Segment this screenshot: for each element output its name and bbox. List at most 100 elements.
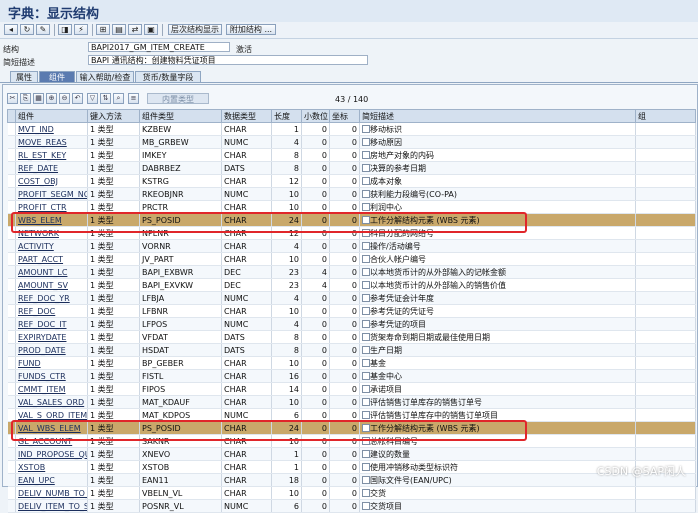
description-checkbox[interactable] [362,450,370,458]
copy-icon[interactable]: ⎘ [20,93,31,104]
tab-currency-quantity[interactable]: 货币/数量字段 [135,71,201,82]
row-selector[interactable] [7,330,16,344]
row-selector[interactable] [7,252,16,266]
description-checkbox[interactable] [362,177,370,185]
description-checkbox[interactable] [362,372,370,380]
append-structure-button[interactable]: 附加结构 ... [226,24,276,35]
row-selector[interactable] [7,265,16,279]
table-row[interactable]: COST_OBJ 1 类型 KSTRG CHAR 12 0 0 成本对象 [7,174,696,188]
cell-component[interactable]: EXPIRYDATE [15,330,88,344]
description-checkbox[interactable] [362,307,370,315]
column-short-description[interactable]: 简短描述 [359,109,636,123]
cell-component[interactable]: FUND [15,356,88,370]
cell-component[interactable]: XSTOB [15,460,88,474]
navigate-icon[interactable]: ⇄ [128,24,142,35]
tools-icon[interactable]: ✎ [36,24,50,35]
tab-attributes[interactable]: 属性 [10,71,38,82]
description-checkbox[interactable] [362,255,370,263]
column-coordinate[interactable]: 坐标 [329,109,360,123]
description-checkbox[interactable] [362,476,370,484]
builtin-type-button[interactable]: 内置类型 [147,93,209,104]
table-row[interactable]: ACTIVITY 1 类型 VORNR CHAR 4 0 0 操作/活动编号 [7,239,696,253]
table-row[interactable]: DELIV_ITEM_TO_S...1 类型POSNR_VLNUMC600交货项… [7,499,696,513]
cell-component[interactable]: DELIV_ITEM_TO_S... [15,499,88,513]
description-checkbox[interactable] [362,138,370,146]
description-checkbox[interactable] [362,346,370,354]
sort-icon[interactable]: ⇅ [100,93,111,104]
description-checkbox[interactable] [362,203,370,211]
description-checkbox[interactable] [362,385,370,393]
filter-icon[interactable]: ▽ [87,93,98,104]
table-row[interactable]: REF_DOC 1 类型 LFBNR CHAR 10 0 0 参考凭证的凭证号 [7,304,696,318]
row-selector[interactable] [7,369,16,383]
select-all-column[interactable] [7,109,16,123]
tab-input-help-check[interactable]: 输入帮助/检查 [76,71,134,82]
cell-component[interactable]: AMOUNT_SV [15,278,88,292]
object-list-icon[interactable]: ▤ [112,24,126,35]
table-row[interactable]: AMOUNT_LC 1 类型 BAPI_EXBWR DEC 23 4 0 以本地货币计的从外部… [7,265,696,279]
row-selector[interactable] [7,187,16,201]
cell-component[interactable]: REF_DOC_IT [15,317,88,331]
cell-component[interactable]: PROFIT_SEGM_NO [15,187,88,201]
table-row[interactable]: REF_DATE 1 类型 DABRBEZ DATS 8 0 0 决算的参考日期 [7,161,696,175]
cell-component[interactable]: MVT_IND [15,122,88,136]
table-row[interactable]: PART_ACCT 1 类型 JV_PART CHAR 10 0 0 合伙人帐户编号 [7,252,696,266]
details-icon[interactable]: ≡ [128,93,139,104]
table-row[interactable]: REF_DOC_YR 1 类型 LFBJA NUMC 4 0 0 参考凭证会计年度 [7,291,696,305]
row-selector[interactable] [7,356,16,370]
back-icon[interactable]: ◂ [4,24,18,35]
cut-icon[interactable]: ✂ [7,93,18,104]
row-selector[interactable] [7,473,16,487]
table-row[interactable]: CMMT_ITEM 1 类型 FIPOS CHAR 14 0 0 承诺项目 [7,382,696,396]
delete-row-icon[interactable]: ⊖ [59,93,70,104]
column-component[interactable]: 组件 [15,109,88,123]
row-selector[interactable] [7,122,16,136]
description-checkbox[interactable] [362,268,370,276]
row-selector[interactable] [7,291,16,305]
row-selector[interactable] [7,499,16,513]
row-selector[interactable] [7,174,16,188]
cell-component[interactable]: DELIV_NUMB_TO_S... [15,486,88,500]
table-row[interactable]: DELIV_NUMB_TO_S...1 类型VBELN_VLCHAR1000交货 [7,486,696,500]
table-row[interactable]: EXPIRYDATE 1 类型 VFDAT DATS 8 0 0 货架寿命到期日期或最佳使用日… [7,330,696,344]
description-checkbox[interactable] [362,320,370,328]
description-checkbox[interactable] [362,242,370,250]
row-selector[interactable] [7,486,16,500]
cell-component[interactable]: REF_DATE [15,161,88,175]
row-selector[interactable] [7,343,16,357]
print-icon[interactable]: ▣ [144,24,158,35]
table-row[interactable]: EAN_UPC 1 类型 EAN11 CHAR 18 0 0 国际文件号(EAN/UPC) [7,473,696,487]
table-row[interactable]: MOVE_REAS 1 类型 MB_GRBEW NUMC 4 0 0 移动原因 [7,135,696,149]
row-selector[interactable] [7,304,16,318]
description-checkbox[interactable] [362,398,370,406]
description-checkbox[interactable] [362,411,370,419]
table-row[interactable]: RL_EST_KEY 1 类型 IMKEY CHAR 8 0 0 房地产对象的内码 [7,148,696,162]
description-checkbox[interactable] [362,190,370,198]
cell-component[interactable]: AMOUNT_LC [15,265,88,279]
cell-component[interactable]: PROD_DATE [15,343,88,357]
cell-component[interactable]: FUNDS_CTR [15,369,88,383]
table-row[interactable]: AMOUNT_SV 1 类型 BAPI_EXVKW DEC 23 4 0 以本地货币计的从外部… [7,278,696,292]
find-icon[interactable]: ⌕ [113,93,124,104]
paste-icon[interactable]: ▦ [33,93,44,104]
cell-component[interactable]: MOVE_REAS [15,135,88,149]
row-selector[interactable] [7,447,16,461]
cell-component[interactable]: REF_DOC_YR [15,291,88,305]
row-selector[interactable] [7,395,16,409]
table-row[interactable]: MVT_IND 1 类型 KZBEW CHAR 1 0 0 移动标识 [7,122,696,136]
table-row[interactable]: PROFIT_SEGM_NO 1 类型 RKEOBJNR NUMC 10 0 0 获利能力段编… [7,187,696,201]
description-checkbox[interactable] [362,281,370,289]
undo-icon[interactable]: ↶ [72,93,83,104]
display-icon[interactable]: ◨ [58,24,72,35]
description-checkbox[interactable] [362,125,370,133]
row-selector[interactable] [7,239,16,253]
description-checkbox[interactable] [362,359,370,367]
description-checkbox[interactable] [362,463,370,471]
table-row[interactable]: IND_PROPOSE_QUA...1 类型XNEVOCHAR100建议的数量 [7,447,696,461]
cell-component[interactable]: COST_OBJ [15,174,88,188]
table-row[interactable]: VAL_SALES_ORD 1 类型 MAT_KDAUF CHAR 10 0 0 评估销售订单… [7,395,696,409]
row-selector[interactable] [7,382,16,396]
row-selector[interactable] [7,278,16,292]
cell-component[interactable]: ACTIVITY [15,239,88,253]
refresh-icon[interactable]: ↻ [20,24,34,35]
